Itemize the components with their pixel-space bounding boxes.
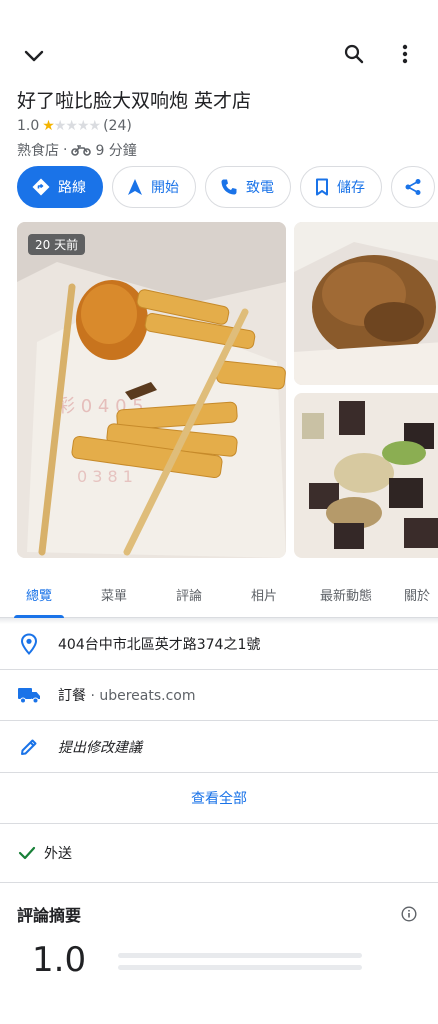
collapse-button[interactable] (18, 40, 50, 72)
meta-row: 熟食店 · 9 分鐘 (17, 140, 137, 160)
rating-bar-5 (118, 953, 362, 958)
star-empty-icon: ★ (53, 118, 67, 134)
address-row[interactable]: 404台中市北區英才路374之1號 (0, 619, 438, 670)
review-summary-title: 評論摘要 (17, 906, 82, 925)
separator-dot: · (63, 142, 68, 158)
more-options-button[interactable] (389, 38, 421, 70)
star-rating: ★ ★ ★ ★ ★ (42, 118, 102, 134)
place-title: 好了啦比脸大双响炮 英才店 (17, 90, 252, 112)
suggest-edit-text: 提出修改建議 (58, 739, 142, 756)
start-label: 開始 (151, 180, 179, 196)
category-label: 熟食店 (17, 143, 59, 159)
order-separator: · (90, 688, 95, 704)
tab-bar: 總覽 菜單 評論 相片 最新動態 關於 (0, 572, 438, 618)
order-text: 訂餐 · ubereats.com (58, 685, 196, 705)
rating-bar-4 (118, 965, 362, 970)
travel-time: 9 分鐘 (95, 143, 137, 159)
order-site: ubereats.com (99, 688, 196, 704)
motorcycle-icon (71, 145, 92, 156)
tab-reviews-label: 評論 (175, 589, 202, 604)
tab-menu-label: 菜單 (100, 589, 127, 604)
chevron-down-icon (24, 50, 44, 62)
start-button[interactable]: 開始 (112, 166, 196, 208)
call-button[interactable]: 致電 (205, 166, 291, 208)
tab-reviews[interactable]: 評論 (150, 572, 228, 617)
tab-overview[interactable]: 總覽 (0, 572, 78, 618)
directions-label: 路線 (58, 180, 86, 196)
order-label: 訂餐 (58, 688, 86, 704)
suggest-edit-row[interactable]: 提出修改建議 (0, 721, 438, 773)
tab-about-label: 關於 (404, 589, 431, 604)
tab-photos[interactable]: 相片 (228, 572, 300, 617)
average-rating: 1.0 (32, 940, 87, 980)
fried-chicken-photo-image (294, 222, 438, 385)
star-empty-icon: ★ (76, 118, 90, 134)
tab-overview-label: 總覽 (25, 589, 52, 604)
order-row[interactable]: 訂餐 · ubereats.com (0, 670, 438, 721)
see-all-button[interactable]: 查看全部 (0, 773, 438, 824)
star-empty-icon: ★ (65, 118, 78, 134)
call-label: 致電 (246, 180, 274, 196)
fried-platter-photo-image (294, 393, 438, 558)
directions-button[interactable]: 路線 (17, 166, 103, 208)
rating-value: 1.0 (17, 118, 40, 134)
more-vertical-icon (402, 44, 408, 64)
info-icon (401, 906, 417, 922)
tab-photos-label: 相片 (250, 589, 277, 604)
svg-text:0 3 8 1: 0 3 8 1 (77, 467, 133, 486)
side-photo-bottom[interactable] (294, 393, 438, 558)
tab-menu[interactable]: 菜單 (78, 572, 150, 617)
tab-updates-label: 最新動態 (319, 589, 372, 604)
side-photo-top[interactable] (294, 222, 438, 385)
navigation-arrow-icon (128, 179, 142, 195)
delivery-feature-label: 外送 (44, 846, 72, 862)
save-label: 儲存 (337, 180, 365, 196)
pencil-icon (21, 739, 37, 755)
delivery-feature-row: 外送 (0, 824, 438, 882)
photo-age-badge: 20 天前 (28, 234, 86, 255)
main-food-photo[interactable]: 彩 0 4 0 5 0 3 8 1 20 天前 (17, 222, 286, 558)
bookmark-icon (316, 178, 328, 196)
photo-age-text: 20 天前 (35, 238, 79, 252)
save-button[interactable]: 儲存 (300, 166, 382, 208)
phone-icon (221, 179, 237, 195)
star-filled-icon: ★ (42, 118, 55, 134)
search-button[interactable] (338, 38, 370, 70)
tab-updates[interactable]: 最新動態 (300, 572, 392, 617)
review-info-button[interactable] (398, 903, 420, 925)
share-icon (405, 179, 421, 195)
review-count: (24) (103, 118, 132, 134)
see-all-label: 查看全部 (191, 791, 247, 807)
action-chips: 路線 開始 致電 儲存 (17, 166, 435, 210)
fried-food-photo-image: 彩 0 4 0 5 0 3 8 1 (17, 222, 286, 558)
section-divider (0, 882, 438, 883)
delivery-truck-icon (18, 688, 40, 704)
rating-row[interactable]: 1.0 ★ ★ ★ ★ ★ (24) (17, 118, 132, 134)
location-pin-icon (20, 633, 38, 655)
directions-icon (32, 178, 50, 196)
share-button[interactable] (391, 166, 435, 208)
address-text: 404台中市北區英才路374之1號 (58, 637, 261, 653)
search-icon (344, 44, 364, 64)
star-empty-icon: ★ (88, 118, 102, 134)
tab-about[interactable]: 關於 (392, 572, 438, 617)
checkmark-icon (18, 846, 36, 860)
